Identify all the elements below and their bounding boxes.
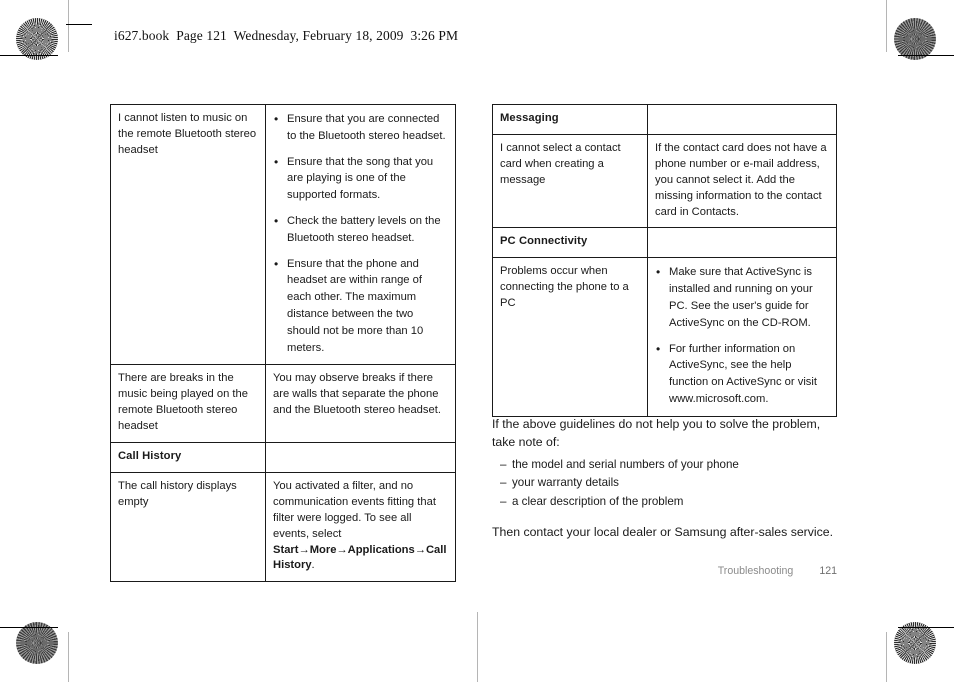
table-section-row: Messaging: [492, 104, 837, 135]
issue-cell: The call history displays empty: [110, 471, 266, 583]
registration-crosshair-lower-right: [844, 626, 882, 664]
table-row: Problems occur when connecting the phone…: [492, 257, 837, 417]
issue-cell: I cannot select a contact card when crea…: [492, 133, 648, 229]
troubleshooting-table-left: I cannot listen to music on the remote B…: [110, 103, 456, 583]
solution-bullet-list: Ensure that you are connected to the Blu…: [273, 110, 448, 357]
solution-bullet-list: Make sure that ActiveSync is installed a…: [655, 263, 829, 408]
list-item: Check the battery levels on the Bluetoot…: [273, 212, 448, 247]
list-item: the model and serial numbers of your pho…: [492, 456, 844, 475]
section-header-spacer: [647, 227, 837, 259]
arrow-icon: →: [336, 543, 348, 556]
table-row: I cannot listen to music on the remote B…: [110, 103, 456, 366]
solution-cell: If the contact card does not have a phon…: [647, 133, 837, 229]
section-header-spacer: [265, 441, 456, 473]
list-item: Make sure that ActiveSync is installed a…: [655, 263, 829, 331]
registration-crosshair-bottom-right: [898, 590, 936, 628]
footer-page-number: 121: [819, 565, 837, 577]
page-footer: Troubleshooting 121: [492, 565, 837, 577]
list-item: For further information on ActiveSync, s…: [655, 340, 829, 408]
solution-cell: You may observe breaks if there are wall…: [265, 364, 456, 443]
list-item: your warranty details: [492, 474, 844, 493]
trim-line-upper-left-horizontal: [0, 55, 58, 56]
menu-path-applications: Applications: [347, 543, 415, 556]
list-item: Ensure that you are connected to the Blu…: [273, 110, 448, 145]
issue-cell: There are breaks in the music being play…: [110, 364, 266, 443]
arrow-icon: →: [414, 543, 426, 556]
trim-line-bottom-right-vertical: [886, 632, 887, 682]
registration-crosshair-upper-right: [898, 72, 936, 110]
table-row: The call history displays empty You acti…: [110, 471, 456, 583]
solution-cell: Ensure that you are connected to the Blu…: [265, 103, 456, 366]
solution-text: You activated a filter, and no communica…: [273, 479, 436, 540]
registration-starburst-bottom-left: [16, 622, 58, 664]
menu-path-start: Start: [273, 543, 299, 556]
registration-starburst-top-right: [894, 18, 936, 60]
table-row: I cannot select a contact card when crea…: [492, 133, 837, 229]
closing-block: If the above guidelines do not help you …: [492, 416, 844, 542]
list-item: a clear description of the problem: [492, 493, 844, 512]
registration-starburst-bottom-right: [894, 622, 936, 664]
closing-dash-list: the model and serial numbers of your pho…: [492, 456, 844, 512]
section-header-cell: Messaging: [492, 104, 648, 135]
solution-text-tail: .: [311, 559, 315, 572]
menu-path-more: More: [309, 543, 337, 556]
registration-starburst-top-left: [16, 18, 58, 60]
registration-crosshair-upper-left: [18, 72, 56, 110]
registration-crosshair-left-middle: [18, 320, 56, 358]
running-header: i627.book Page 121 Wednesday, February 1…: [114, 28, 459, 43]
section-header-cell: PC Connectivity: [492, 227, 648, 259]
list-item: Ensure that the song that you are playin…: [273, 153, 448, 204]
trim-line-bottom-left-vertical: [68, 632, 69, 682]
table-section-row: Call History: [110, 441, 456, 473]
header-rule: [66, 24, 92, 25]
footer-section-label: Troubleshooting: [717, 565, 794, 577]
trim-line-bottom-center-vertical: [476, 612, 478, 682]
list-item: Ensure that the phone and headset are wi…: [273, 255, 448, 357]
trim-line-top-right-vertical: [886, 0, 887, 52]
issue-cell: Problems occur when connecting the phone…: [492, 257, 648, 417]
trim-line-upper-right-horizontal: [898, 55, 954, 56]
issue-cell: I cannot listen to music on the remote B…: [110, 103, 266, 366]
trim-line-top-left-vertical: [68, 0, 69, 52]
registration-crosshair-bottom-left: [18, 590, 56, 628]
table-row: There are breaks in the music being play…: [110, 364, 456, 443]
arrow-icon: →: [298, 543, 310, 556]
registration-crosshair-lower-left: [72, 626, 110, 664]
closing-intro: If the above guidelines do not help you …: [492, 417, 821, 449]
printed-page: i627.book Page 121 Wednesday, February 1…: [0, 0, 954, 682]
solution-cell: Make sure that ActiveSync is installed a…: [647, 257, 837, 417]
registration-crosshair-top-right: [844, 18, 882, 56]
table-section-row: PC Connectivity: [492, 227, 837, 259]
solution-cell: You activated a filter, and no communica…: [265, 471, 456, 583]
closing-outro: Then contact your local dealer or Samsun…: [492, 525, 834, 539]
registration-crosshair-right-middle: [898, 320, 936, 358]
section-header-spacer: [647, 104, 837, 135]
troubleshooting-table-right: Messaging I cannot select a contact card…: [492, 104, 837, 417]
section-header-cell: Call History: [110, 441, 266, 473]
